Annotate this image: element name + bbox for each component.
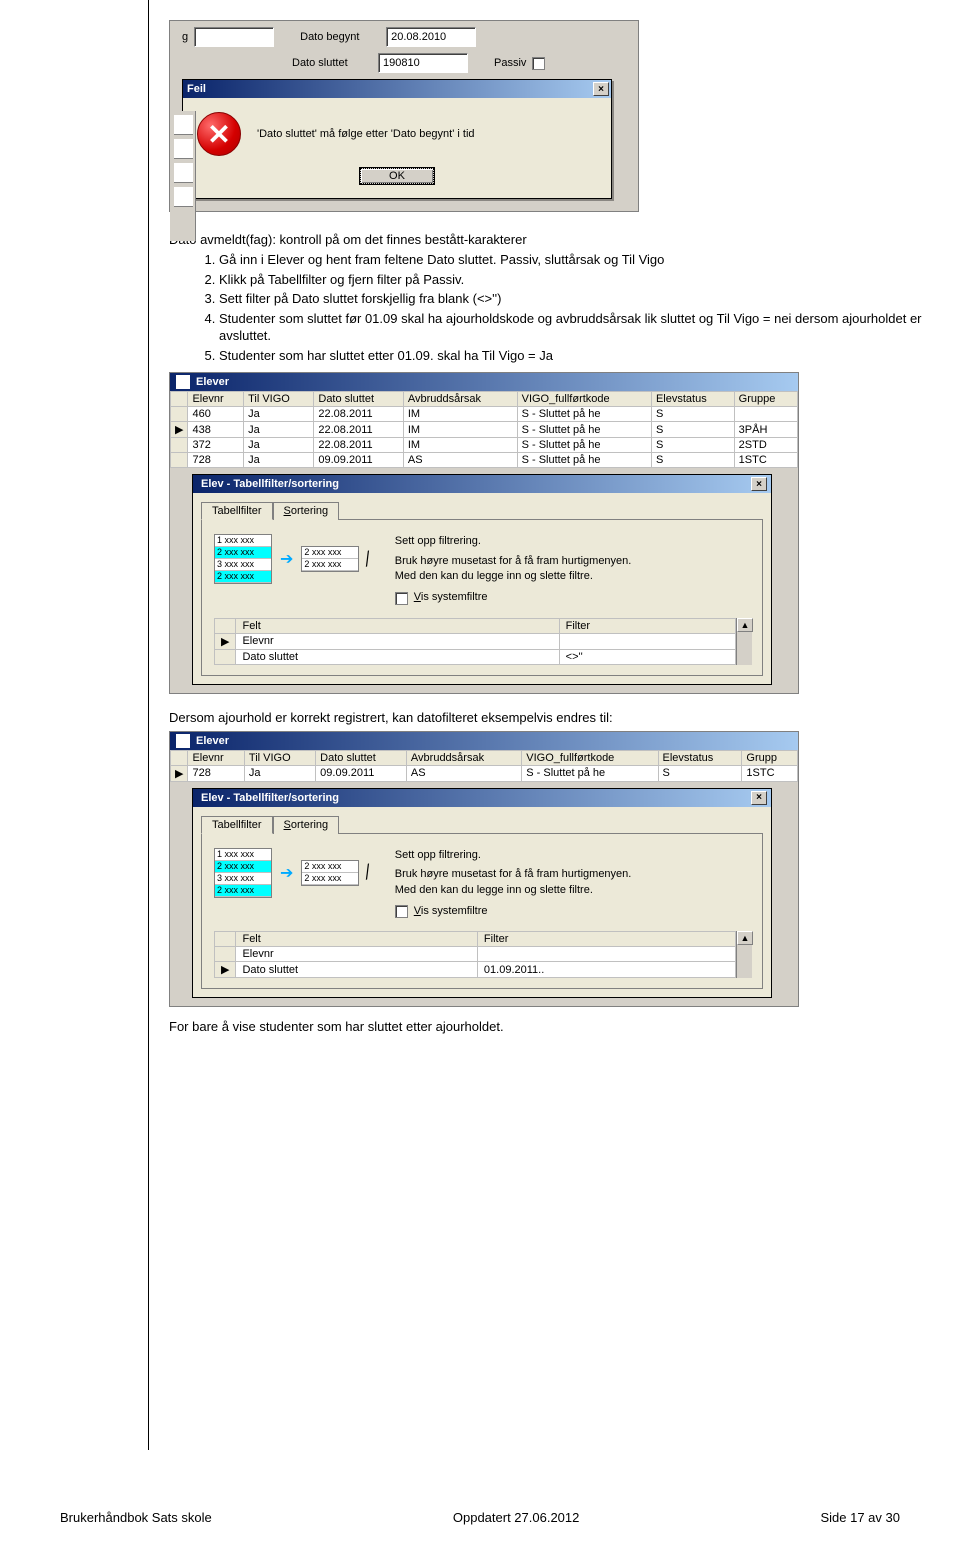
col-dato[interactable]: Dato sluttet	[314, 392, 403, 407]
step-2: Klikk på Tabellfilter og fjern filter på…	[219, 271, 940, 289]
table-row: 460Ja22.08.2011IMS - Sluttet på heS	[171, 407, 798, 422]
elever-window: Elever Elevnr Til VIGO Dato sluttet Avbr…	[169, 372, 799, 694]
dato-sluttet-value[interactable]: 190810	[378, 53, 468, 73]
col-gruppe[interactable]: Gruppe	[734, 392, 797, 407]
app-icon	[176, 375, 190, 389]
hint-body-2: Bruk høyre musetast for å få fram hurtig…	[395, 867, 632, 898]
error-dialog-title: Feil	[187, 83, 206, 95]
close-icon[interactable]: ×	[751, 477, 767, 491]
field-g-label: g	[182, 31, 188, 43]
filter-illustration: 1 xxx xxx 2 xxx xxx 3 xxx xxx 2 xxx xxx …	[214, 534, 371, 584]
elever-grid: Elevnr Til VIGO Dato sluttet Avbruddsårs…	[170, 391, 798, 468]
table-row: 372Ja22.08.2011IMS - Sluttet på heS2STD	[171, 438, 798, 453]
filter-grid-2: FeltFilter Elevnr ▶Dato sluttet01.09.201…	[214, 931, 736, 978]
instruction-list: Gå inn i Elever og hent fram feltene Dat…	[219, 251, 940, 364]
col-fullfort[interactable]: VIGO_fullførtkode	[517, 392, 651, 407]
elever-grid-2: Elevnr Til VIGO Dato sluttet Avbruddsårs…	[170, 750, 798, 782]
elever-title-2: Elever	[196, 735, 229, 747]
col-tilvigo[interactable]: Til VIGO	[244, 392, 314, 407]
filter-dialog-title-2: Elev - Tabellfilter/sortering	[201, 792, 339, 804]
col-elevnr[interactable]: Elevnr	[188, 392, 244, 407]
app-icon	[176, 734, 190, 748]
hint-title-2: Sett opp filtrering.	[395, 848, 632, 863]
hint-body: Bruk høyre musetast for å få fram hurtig…	[395, 554, 632, 585]
passiv-label: Passiv	[494, 57, 526, 69]
footer-mid: Oppdatert 27.06.2012	[453, 1510, 580, 1525]
footer-left: Brukerhåndbok Sats skole	[60, 1510, 212, 1525]
tab-tabellfilter[interactable]: Tabellfilter	[201, 502, 273, 520]
tab-sortering[interactable]: Sortering	[273, 502, 340, 520]
dato-sluttet-label: Dato sluttet	[292, 57, 372, 69]
tab-sortering-2[interactable]: Sortering	[273, 816, 340, 834]
error-icon: ✕	[197, 112, 241, 156]
mid-paragraph: Dersom ajourhold er korrekt registrert, …	[169, 710, 940, 725]
wand-icon: ⁄	[363, 862, 376, 884]
filter-illustration: 1 xxx xxx 2 xxx xxx 3 xxx xxx 2 xxx xxx …	[214, 848, 371, 898]
close-icon[interactable]: ×	[593, 82, 609, 96]
wand-icon: ⁄	[363, 548, 376, 570]
elever-title: Elever	[196, 376, 229, 388]
filter-dialog: Elev - Tabellfilter/sortering × Tabellfi…	[192, 474, 772, 685]
end-paragraph: For bare å vise studenter som har slutte…	[169, 1019, 940, 1034]
hint-title: Sett opp filtrering.	[395, 534, 632, 549]
elever-window-2: Elever Elevnr Til VIGO Dato sluttet Avbr…	[169, 731, 799, 1008]
ok-button[interactable]: OK	[360, 168, 434, 184]
error-message: 'Dato sluttet' må følge etter 'Dato begy…	[257, 128, 475, 140]
filter-dialog-title: Elev - Tabellfilter/sortering	[201, 478, 339, 490]
col-status[interactable]: Elevstatus	[651, 392, 734, 407]
step-4: Studenter som sluttet før 01.09 skal ha …	[219, 310, 940, 345]
vis-systemfiltre-checkbox-2[interactable]	[395, 905, 408, 918]
scroll-up-icon[interactable]: ▲	[737, 931, 753, 945]
dato-begynt-label: Dato begynt	[300, 31, 380, 43]
field-g-value[interactable]	[194, 27, 274, 47]
form-dato-screenshot: g Dato begynt 20.08.2010 Dato sluttet 19…	[169, 20, 639, 212]
filter-grid: FeltFilter ▶Elevnr Dato sluttet<>''	[214, 618, 736, 665]
table-row: ▶438Ja22.08.2011IMS - Sluttet på heS3PÅH	[171, 422, 798, 438]
vis-systemfiltre-checkbox[interactable]	[395, 592, 408, 605]
intro-text: Dato avmeldt(fag): kontroll på om det fi…	[169, 232, 940, 247]
tab-tabellfilter-2[interactable]: Tabellfilter	[201, 816, 273, 834]
step-3: Sett filter på Dato sluttet forskjellig …	[219, 290, 940, 308]
page-footer: Brukerhåndbok Sats skole Oppdatert 27.06…	[60, 1510, 900, 1545]
step-1: Gå inn i Elever og hent fram feltene Dat…	[219, 251, 940, 269]
vis-systemfiltre-label-2: Vis systemfiltre	[414, 904, 488, 919]
scroll-up-icon[interactable]: ▲	[737, 618, 753, 632]
step-5: Studenter som har sluttet etter 01.09. s…	[219, 347, 940, 365]
dato-begynt-value[interactable]: 20.08.2010	[386, 27, 476, 47]
col-avbrudd[interactable]: Avbruddsårsak	[403, 392, 517, 407]
filter-dialog-2: Elev - Tabellfilter/sortering × Tabellfi…	[192, 788, 772, 999]
passiv-checkbox[interactable]	[532, 57, 545, 70]
vis-systemfiltre-label: Vis systemfiltre	[414, 590, 488, 605]
left-record-strip	[170, 111, 196, 241]
table-row: ▶728Ja09.09.2011ASS - Sluttet på heS1STC	[171, 765, 798, 781]
footer-right: Side 17 av 30	[820, 1510, 900, 1525]
error-dialog: Feil × ✕ 'Dato sluttet' må følge etter '…	[182, 79, 612, 199]
close-icon[interactable]: ×	[751, 791, 767, 805]
table-row: 728Ja09.09.2011ASS - Sluttet på heS1STC	[171, 453, 798, 468]
